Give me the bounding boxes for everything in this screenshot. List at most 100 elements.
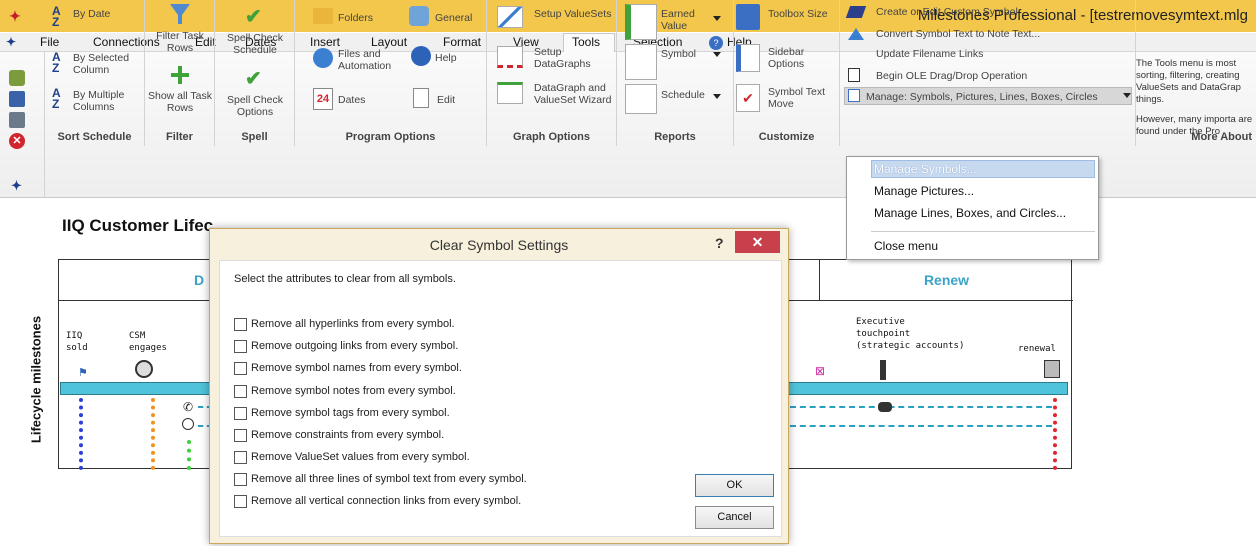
wand-icon[interactable]	[9, 70, 25, 86]
checkbox[interactable]	[234, 318, 247, 331]
checkbox-label[interactable]: Remove symbol notes from every symbol.	[251, 385, 456, 397]
chevron-down-icon[interactable]	[713, 94, 721, 99]
checkbox-label[interactable]: Remove constraints from every symbol.	[251, 429, 444, 441]
symbol-report-icon	[625, 44, 657, 80]
chat-icon[interactable]	[182, 418, 194, 430]
folders-button[interactable]: Folders	[338, 12, 373, 24]
group-filter: Filter Task Rows Show all Task Rows Filt…	[145, 0, 215, 146]
manage-dropdown-button[interactable]: Manage: Symbols, Pictures, Lines, Boxes,…	[866, 91, 1098, 103]
tie-icon[interactable]	[880, 360, 886, 380]
flag-icon[interactable]: ⚑	[78, 366, 88, 379]
dialog-title: Clear Symbol Settings	[429, 237, 569, 253]
folder-icon	[313, 8, 333, 24]
checkbox-label[interactable]: Remove symbol tags from every symbol.	[251, 407, 450, 419]
description-paragraph: However, many importa are found under th…	[1136, 114, 1253, 137]
help-button[interactable]: Help	[435, 52, 457, 64]
close-button[interactable]: ✕	[735, 231, 780, 253]
dates-button[interactable]: Dates	[338, 94, 365, 106]
menu-app-icon[interactable]: ✦	[6, 35, 16, 49]
document-sign-icon[interactable]	[1044, 360, 1060, 378]
checkbox[interactable]	[234, 407, 247, 420]
row-label: Lifecycle milestones	[26, 300, 50, 470]
general-button[interactable]: General	[435, 12, 472, 24]
sort-az-icon: AZ	[52, 86, 61, 111]
menu-item-manage-lines[interactable]: Manage Lines, Boxes, and Circles...	[874, 206, 1066, 220]
description-paragraph: The Tools menu is most sorting, filterin…	[1136, 58, 1241, 105]
convert-symbol-text-button[interactable]: Convert Symbol Text to Note Text...	[876, 28, 1040, 40]
meeting-icon[interactable]	[878, 402, 892, 412]
connector-line	[187, 440, 191, 470]
chevron-down-icon[interactable]	[713, 16, 721, 21]
save-icon[interactable]	[9, 91, 25, 107]
group-label: Customize	[758, 131, 815, 143]
document-title: IIQ Customer Lifec	[62, 216, 214, 235]
symbol-report-button[interactable]: Symbol	[661, 48, 696, 60]
toolbox-size-button[interactable]: Toolbox Size	[768, 8, 828, 20]
menu-item-manage-pictures[interactable]: Manage Pictures...	[874, 184, 974, 198]
pen-icon	[845, 6, 867, 18]
earned-value-button[interactable]: Earned Value	[661, 8, 709, 32]
cancel-button[interactable]: Cancel	[695, 506, 774, 529]
checkbox[interactable]	[234, 362, 247, 375]
group-label: Filter	[166, 131, 193, 143]
gift-icon[interactable]: ⊠	[815, 364, 825, 378]
plus-icon	[171, 66, 189, 84]
schedule-report-button[interactable]: Schedule	[661, 89, 705, 101]
filter-task-rows-button[interactable]: Filter Task Rows	[151, 30, 209, 54]
general-settings-icon	[409, 6, 429, 26]
menu-separator	[871, 231, 1095, 232]
datagraph-icon	[497, 46, 523, 68]
checkbox[interactable]	[234, 429, 247, 442]
checkbox[interactable]	[234, 495, 247, 508]
link-line	[790, 425, 1052, 427]
menu-item-close-menu[interactable]: Close menu	[874, 239, 938, 253]
sort-by-multiple-button[interactable]: By Multiple Columns	[73, 89, 141, 113]
ok-button[interactable]: OK	[695, 474, 774, 497]
checkbox-label[interactable]: Remove all three lines of symbol text fr…	[251, 473, 527, 485]
person-icon[interactable]	[135, 360, 153, 378]
checkbox-label[interactable]: Remove all hyperlinks from every symbol.	[251, 318, 455, 330]
show-all-rows-button[interactable]: Show all Task Rows	[147, 90, 213, 114]
print-icon[interactable]	[9, 112, 25, 128]
ole-drag-button[interactable]: Begin OLE Drag/Drop Operation	[876, 70, 1027, 82]
sort-by-date-button[interactable]: By Date	[73, 8, 110, 20]
help-icon[interactable]: ?	[715, 235, 724, 251]
link-line	[790, 406, 1052, 408]
group-customize: Toolbox Size Sidebar Options ✔ Symbol Te…	[734, 0, 840, 146]
checkbox[interactable]	[234, 451, 247, 464]
files-automation-button[interactable]: Files and Automation	[338, 48, 398, 72]
spell-check-schedule-button[interactable]: Spell Check Schedule	[221, 32, 289, 56]
sort-by-selected-button[interactable]: By Selected Column	[73, 52, 141, 76]
chevron-down-icon[interactable]	[713, 52, 721, 57]
create-custom-symbol-button[interactable]: Create or Edit Custom Symbol	[876, 6, 1018, 18]
group-reports: Earned Value Symbol Schedule Reports	[617, 0, 734, 146]
milestone-label: CSM engages	[129, 331, 167, 353]
checkbox-label[interactable]: Remove outgoing links from every symbol.	[251, 340, 458, 352]
update-filename-links-button[interactable]: Update Filename Links	[876, 48, 983, 60]
chevron-down-icon[interactable]	[1123, 93, 1131, 98]
help-globe-icon	[411, 46, 431, 66]
checkbox-label[interactable]: Remove symbol names from every symbol.	[251, 362, 462, 374]
checkbox[interactable]	[234, 340, 247, 353]
symbol-text-move-button[interactable]: Symbol Text Move	[768, 86, 828, 110]
checkbox-label[interactable]: Remove all vertical connection links fro…	[251, 495, 521, 507]
toolbox-icon	[736, 4, 760, 30]
setup-datagraphs-button[interactable]: Setup DataGraphs	[534, 46, 594, 70]
checkbox-label[interactable]: Remove ValueSet values from every symbol…	[251, 451, 470, 463]
automation-gear-icon	[313, 48, 333, 68]
app-icon[interactable]: ✦	[6, 7, 24, 25]
checkbox[interactable]	[234, 473, 247, 486]
menu-item-manage-symbols[interactable]: Manage Symbols...	[874, 162, 977, 176]
group-tool-commands: Create or Edit Custom Symbol Convert Sym…	[840, 0, 1136, 146]
datagraph-wizard-button[interactable]: DataGraph and ValueSet Wizard	[534, 82, 612, 106]
phone-icon[interactable]: ✆	[183, 400, 193, 414]
checkbox[interactable]	[234, 385, 247, 398]
setup-valuesets-button[interactable]: Setup ValueSets	[534, 8, 611, 20]
sidebar-options-button[interactable]: Sidebar Options	[768, 46, 828, 70]
edit-button[interactable]: Edit	[437, 94, 455, 106]
close-icon[interactable]: ✕	[9, 133, 25, 149]
milestone-label: IIQ sold	[66, 331, 88, 353]
phase-label: D	[194, 272, 205, 288]
spell-check-options-button[interactable]: Spell Check Options	[221, 94, 289, 118]
symbol-text-move-icon: ✔	[736, 84, 760, 112]
